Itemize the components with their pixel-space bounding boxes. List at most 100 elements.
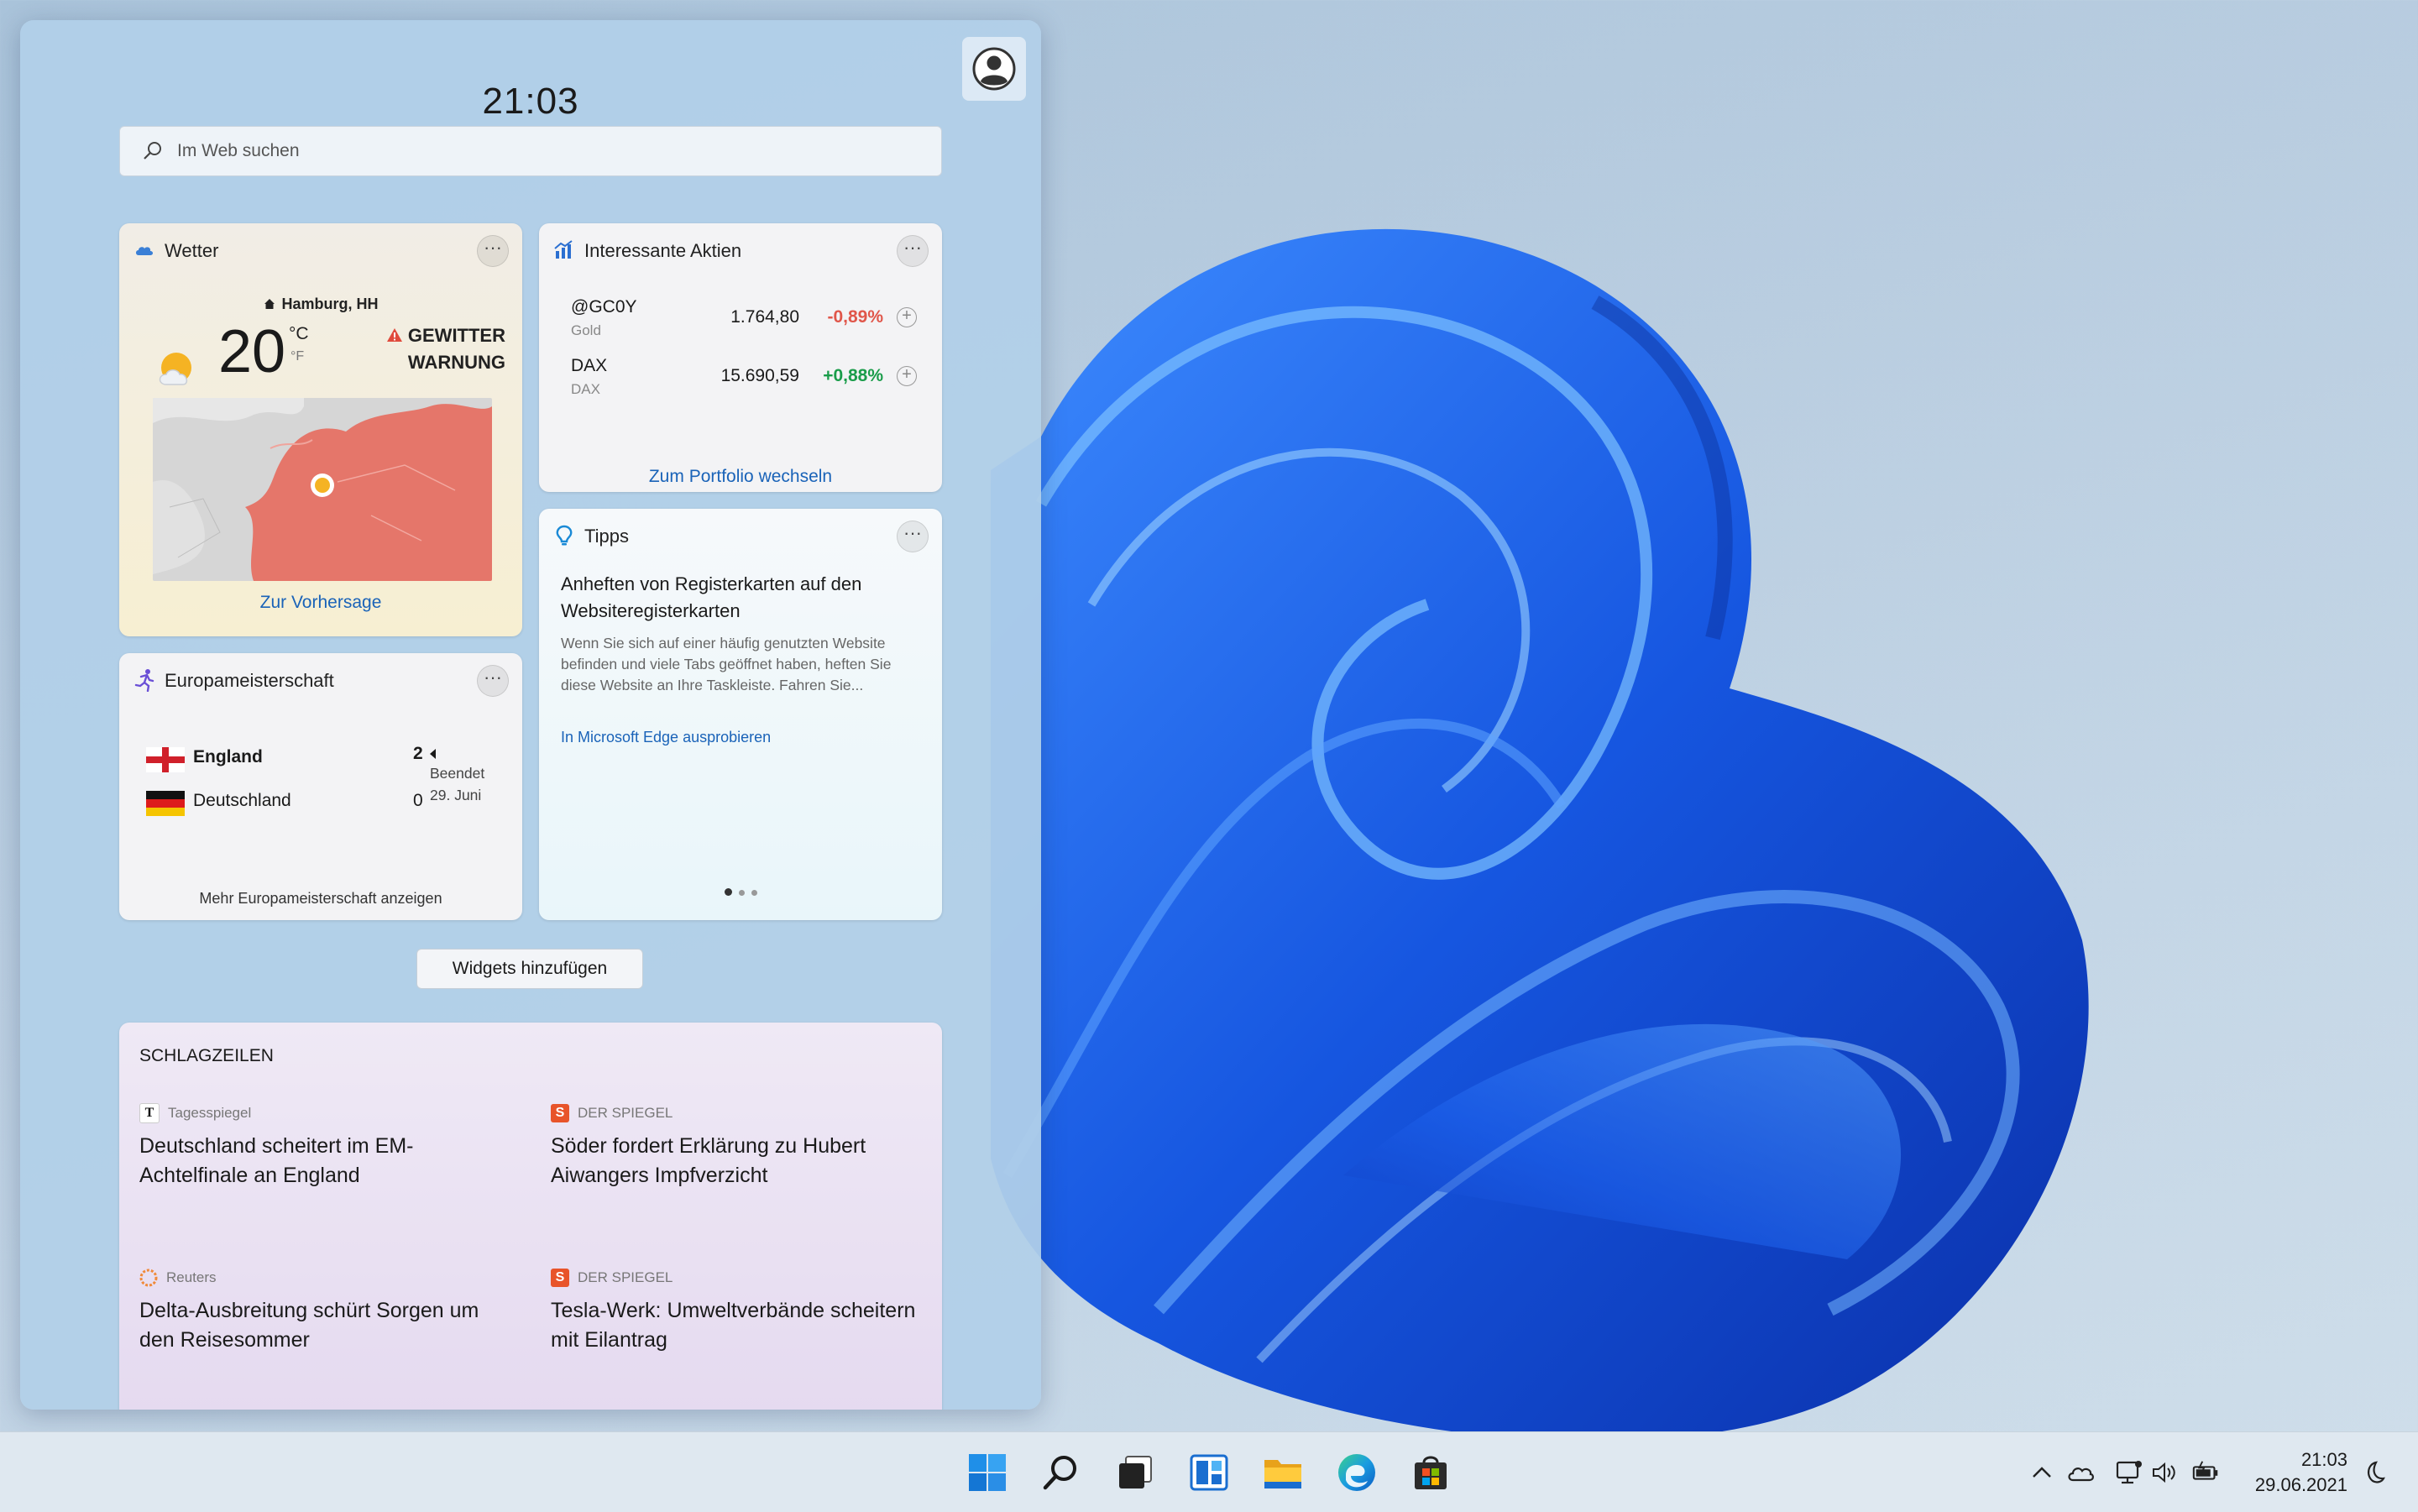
portfolio-link[interactable]: Zum Portfolio wechseln [539,467,942,487]
home-icon [264,299,275,309]
team-name: Deutschland [193,791,291,810]
search-icon [144,142,161,160]
tip-page-dot[interactable] [738,890,745,896]
news-article[interactable]: S DER SPIEGEL Tesla-Werk: Umweltverbände … [551,1266,920,1355]
volume-icon [2153,1462,2175,1483]
file-explorer-icon [1264,1460,1301,1488]
weather-widget[interactable]: Wetter ··· Hamburg, HH 20 °C °F GEWITTER… [119,223,522,636]
chevron-up-icon [2033,1467,2051,1478]
volume-button[interactable] [2149,1457,2180,1488]
stock-name: DAX [571,381,600,397]
web-search-box[interactable] [119,126,942,176]
taskbar-time: 21:03 [2300,1449,2347,1470]
onedrive-icon [2068,1468,2094,1482]
network-button[interactable] [2114,1457,2144,1488]
taskbar: 21:03 29.06.2021 [0,1431,2418,1512]
widgets-panel: 21:03 Wetter ··· Hamburg, HH 20 [20,20,1041,1410]
weather-location: Hamburg, HH [119,296,522,313]
unit-fahrenheit-toggle[interactable]: °F [290,349,304,364]
battery-icon [2192,1461,2218,1480]
store-button[interactable] [1407,1449,1454,1496]
onedrive-button[interactable] [2065,1457,2096,1488]
widgets-button[interactable] [1185,1449,1233,1496]
news-headline: Deutschland scheitert im EM-Achtelfinale… [139,1134,414,1187]
store-icon [1415,1456,1447,1489]
taskbar-clock[interactable]: 21:03 29.06.2021 [2255,1447,2347,1498]
match-status: Beendet 29. Juni [430,765,485,803]
tip-pagination[interactable] [539,885,942,900]
unit-celsius-toggle[interactable]: °C [289,324,309,344]
news-article[interactable]: T Tagesspiegel Deutschland scheitert im E… [139,1101,509,1190]
battery-button[interactable] [2191,1457,2222,1488]
start-icon [969,1454,1006,1491]
winner-marker-icon [429,749,436,759]
add-stock-icon[interactable]: + [897,366,917,386]
tips-widget[interactable]: Tipps ··· Anheften von Registerkarten au… [539,509,942,920]
tip-headline: Anheften von Registerkarten auf den Webs… [561,573,862,621]
warning-icon [386,328,402,342]
tip-body: Wenn Sie sich auf einer häufig genutzten… [561,635,892,693]
england-flag-icon [146,747,185,772]
moon-icon [2368,1461,2385,1483]
show-hidden-icons-button[interactable] [2027,1457,2057,1488]
tip-page-dot[interactable] [724,888,732,896]
task-view-icon [1119,1456,1152,1488]
tip-page-dot[interactable] [751,890,757,896]
weather-more-button[interactable]: ··· [477,235,509,267]
forecast-link[interactable]: Zur Vorhersage [119,593,522,613]
weather-title: Wetter [165,240,219,261]
widgets-icon [1190,1454,1228,1491]
tip-edge-link[interactable]: In Microsoft Edge ausprobieren [561,729,771,746]
taskbar-search-button[interactable] [1038,1449,1085,1496]
tagesspiegel-logo-icon: T [139,1103,160,1123]
news-headline: Tesla-Werk: Umweltverbände scheitern mit… [551,1299,916,1352]
stock-change: -0,89% [827,307,883,327]
web-search-input[interactable] [175,140,892,162]
task-view-button[interactable] [1112,1449,1159,1496]
news-source: Reuters [166,1269,217,1285]
panel-clock: 21:03 [482,81,579,122]
stock-symbol: DAX [571,356,608,375]
file-explorer-button[interactable] [1259,1449,1306,1496]
edge-button[interactable] [1333,1449,1380,1496]
headlines-title: SCHLAGZEILEN [139,1046,274,1065]
stock-change: +0,88% [823,366,883,385]
news-headline: Söder fordert Erklärung zu Hubert Aiwang… [551,1134,866,1187]
taskbar-date: 29.06.2021 [2254,1474,2347,1495]
team-score: 0 [413,791,423,810]
team-score: 2 [413,744,437,764]
stock-value: 1.764,80 [730,307,799,327]
stock-value: 15.690,59 [720,366,799,385]
stocks-widget[interactable]: Interessante Aktien ··· @GC0Y Gold 1.764… [539,223,942,492]
focus-assist-button[interactable] [2358,1457,2388,1488]
stock-symbol: @GC0Y [571,297,637,317]
tips-more-button[interactable]: ··· [897,521,929,552]
edge-icon [1338,1454,1375,1491]
headlines-section: SCHLAGZEILEN T Tagesspiegel Deutschland s… [119,1023,942,1410]
weather-temperature: 20 [218,318,286,385]
weather-warning[interactable]: GEWITTER WARNUNG [371,322,505,376]
stock-chart-icon [554,240,573,259]
news-source: Tagesspiegel [168,1105,252,1121]
network-icon [2116,1461,2142,1484]
euro-title: Europameisterschaft [165,670,334,691]
news-article[interactable]: Reuters Delta-Ausbreitung schürt Sorgen … [139,1266,509,1355]
euro-more-button[interactable]: ··· [477,665,509,697]
team-name: England [193,747,263,766]
user-avatar-button[interactable] [962,37,1026,101]
euro-championship-widget[interactable]: Europameisterschaft ··· England 2 Deutsc… [119,653,522,920]
start-button[interactable] [964,1449,1011,1496]
news-headline: Delta-Ausbreitung schürt Sorgen um den R… [139,1299,479,1352]
spiegel-logo-icon: S [551,1104,569,1122]
germany-flag-icon [146,791,185,816]
news-article[interactable]: S DER SPIEGEL Söder fordert Erklärung zu … [551,1101,920,1190]
add-stock-icon[interactable]: + [897,307,917,327]
reuters-logo-icon [139,1269,158,1287]
weather-map[interactable] [153,398,492,581]
add-widgets-button[interactable]: Widgets hinzufügen [416,949,643,989]
stocks-more-button[interactable]: ··· [897,235,929,267]
user-icon [972,47,1016,91]
lightbulb-icon [556,525,573,546]
euro-more-link[interactable]: Mehr Europameisterschaft anzeigen [119,890,522,908]
cloud-icon [136,247,153,255]
